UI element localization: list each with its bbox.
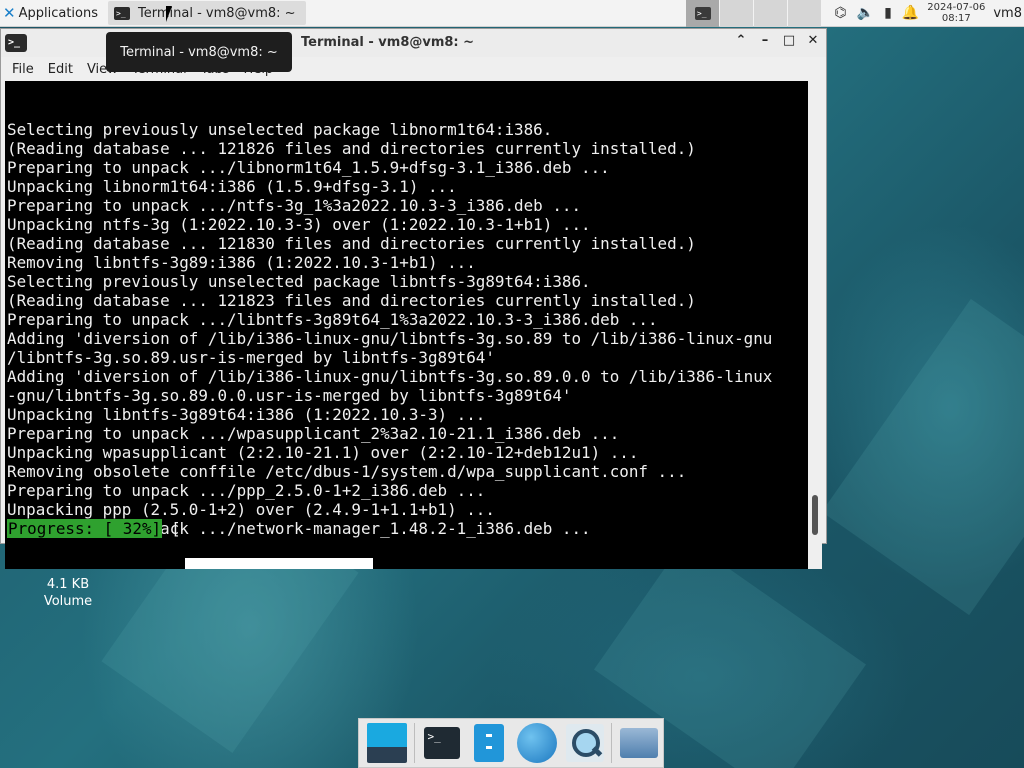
dock-web-browser[interactable]: [515, 721, 559, 765]
terminal-line: Unpacking libntfs-3g89t64:i386 (1:2022.1…: [7, 405, 486, 424]
terminal-line: Preparing to unpack .../ppp_2.5.0-1+2_i3…: [7, 481, 486, 500]
workspace-2[interactable]: [720, 0, 754, 27]
progress-fill: [185, 558, 373, 569]
notification-bell-icon[interactable]: 🔔: [902, 5, 919, 21]
taskbar-terminal-label: Terminal - vm8@vm8: ~: [138, 5, 296, 21]
progress-label: Progress: [ 32%]: [7, 519, 163, 538]
globe-icon: [516, 723, 557, 763]
progress-bar: ]: [185, 520, 771, 569]
terminal-line: Preparing to unpack .../libntfs-3g89t64_…: [7, 310, 658, 329]
file-cabinet-icon: [474, 724, 505, 762]
battery-icon[interactable]: ▮: [884, 5, 892, 21]
terminal-line: Unpacking ntfs-3g (1:2022.10.3-3) over (…: [7, 215, 591, 234]
taskbar-tooltip: Terminal - vm8@vm8: ~: [106, 32, 292, 72]
system-tray: ⌬ 🔈 ▮ 🔔: [834, 5, 919, 21]
magnifier-icon: [565, 724, 604, 762]
dock-home-folder[interactable]: [617, 721, 661, 765]
wallpaper-shape: [821, 298, 1024, 616]
workspace-3[interactable]: [754, 0, 788, 27]
terminal-line: Removing libntfs-3g89:i386 (1:2022.10.3-…: [7, 253, 476, 272]
dock-terminal[interactable]: >_: [420, 721, 464, 765]
terminal-line: (Reading database ... 121830 files and d…: [7, 234, 696, 253]
terminal-icon: >_: [114, 6, 130, 20]
dock-app-finder[interactable]: [563, 721, 607, 765]
clock[interactable]: 2024-07-06 08:17: [927, 2, 985, 24]
terminal-line: Unpacking ppp (2.5.0-1+2) over (2.4.9-1+…: [7, 500, 495, 519]
terminal-line: Removing obsolete conffile /etc/dbus-1/s…: [7, 462, 687, 481]
terminal-line: Preparing to unpack .../wpasupplicant_2%…: [7, 424, 620, 443]
dock-separator: [611, 723, 613, 763]
terminal-line: Adding 'diversion of /lib/i386-linux-gnu…: [7, 367, 773, 386]
applications-label: Applications: [18, 5, 98, 21]
maximize-icon[interactable]: □: [782, 33, 796, 48]
terminal-icon: >_: [423, 727, 460, 759]
top-panel: ✕ Applications >_ Terminal - vm8@vm8: ~ …: [0, 0, 1024, 27]
volume-name-label: Volume: [43, 594, 93, 609]
window-title: Terminal - vm8@vm8: ~: [301, 35, 475, 50]
workspace-4[interactable]: [788, 0, 822, 27]
terminal-lines: Selecting previously unselected package …: [7, 120, 808, 538]
terminal-line: Selecting previously unselected package …: [7, 272, 591, 291]
xfce-logo-icon: ✕: [3, 4, 16, 22]
terminal-line: /libntfs-3g.so.89.usr-is-merged by libnt…: [7, 348, 495, 367]
terminal-line: -gnu/libntfs-3g.so.89.0.0.usr-is-merged …: [7, 386, 572, 405]
terminal-output[interactable]: Selecting previously unselected package …: [5, 81, 808, 569]
terminal-line: Preparing to unpack .../ntfs-3g_1%3a2022…: [7, 196, 582, 215]
folder-icon: [620, 728, 659, 758]
volume-icon[interactable]: 🔈: [857, 5, 874, 21]
terminal-line: Preparing to unpack .../libnorm1t64_1.5.…: [7, 158, 610, 177]
terminal-window: >_ Terminal - vm8@vm8: ~ ⌃ – □ ✕ File Ed…: [0, 28, 827, 569]
show-desktop-icon: [366, 723, 407, 763]
dock-separator: [413, 723, 415, 763]
roll-up-icon[interactable]: ⌃: [734, 33, 748, 48]
progress-bracket-open: [: [171, 519, 181, 538]
applications-menu[interactable]: ✕ Applications: [0, 0, 102, 27]
window-controls: ⌃ – □ ✕: [734, 33, 820, 48]
volume-size-label: 4.1 KB: [46, 577, 90, 592]
dock: >_: [358, 718, 664, 768]
progress-row: Progress: [ 32%] [: [7, 519, 181, 538]
terminal-line: Unpacking wpasupplicant (2:2.10-21.1) ov…: [7, 443, 639, 462]
terminal-icon: >_: [694, 6, 711, 20]
workspace-switcher: >_: [686, 0, 822, 27]
workspace-1[interactable]: >_: [686, 0, 720, 27]
terminal-line: Adding 'diversion of /lib/i386-linux-gnu…: [7, 329, 773, 348]
close-icon[interactable]: ✕: [806, 33, 820, 48]
clock-time: 08:17: [941, 13, 971, 24]
terminal-scrollbar[interactable]: [808, 81, 822, 569]
dock-show-desktop[interactable]: [365, 721, 409, 765]
network-icon[interactable]: ⌬: [834, 5, 846, 21]
mouse-pointer-icon: [166, 6, 172, 22]
scrollbar-thumb[interactable]: [812, 495, 818, 535]
menu-file[interactable]: File: [12, 62, 34, 77]
user-menu[interactable]: vm8: [993, 6, 1022, 21]
terminal-line: (Reading database ... 121823 files and d…: [7, 291, 696, 310]
taskbar-terminal-button[interactable]: >_ Terminal - vm8@vm8: ~: [108, 1, 306, 25]
terminal-line: Selecting previously unselected package …: [7, 120, 553, 139]
minimize-icon[interactable]: –: [758, 33, 772, 48]
menu-edit[interactable]: Edit: [48, 62, 73, 77]
terminal-icon: >_: [5, 34, 27, 52]
terminal-line: (Reading database ... 121826 files and d…: [7, 139, 696, 158]
terminal-line: Unpacking libnorm1t64:i386 (1.5.9+dfsg-3…: [7, 177, 457, 196]
clock-date: 2024-07-06: [927, 2, 986, 13]
dock-file-manager[interactable]: [467, 721, 511, 765]
